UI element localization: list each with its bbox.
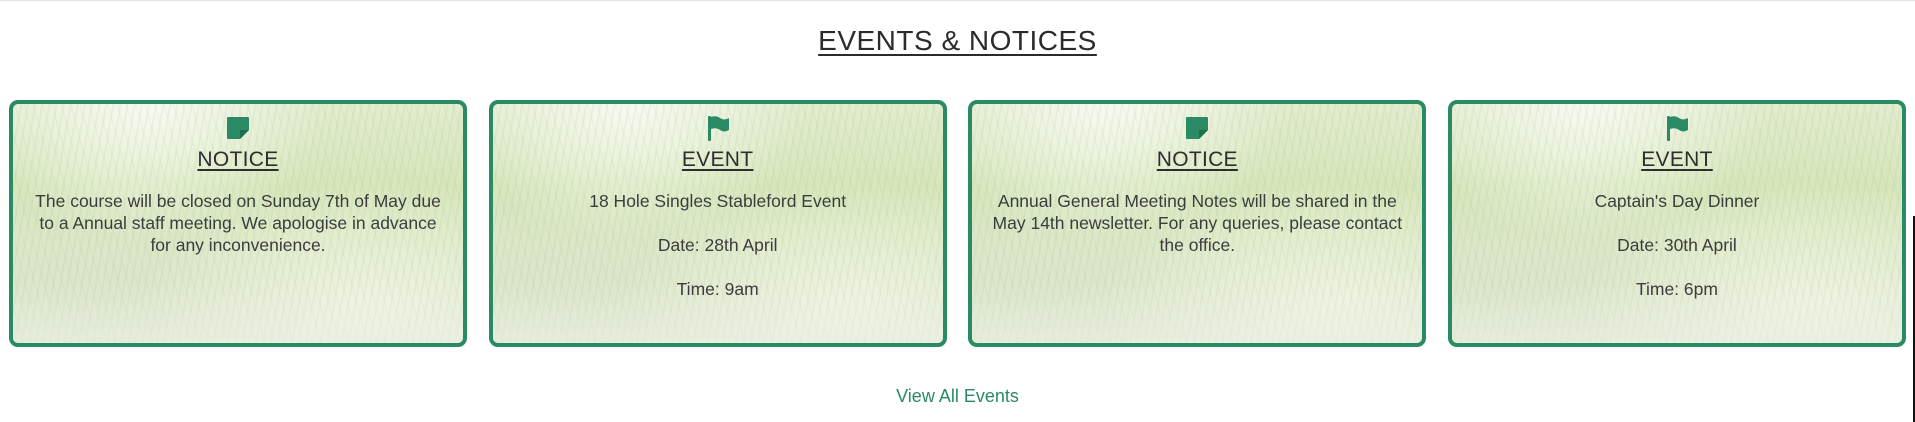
card-content: EVENT Captain's Day Dinner Date: 30th Ap… [1452, 104, 1902, 300]
card-type-label: NOTICE [1156, 148, 1238, 171]
event-date: Date: 28th April [657, 235, 778, 255]
notice-card[interactable]: NOTICE Annual General Meeting Notes will… [968, 100, 1427, 347]
notice-text: Annual General Meeting Notes will be sha… [992, 191, 1403, 255]
notice-text: The course will be closed on Sunday 7th … [35, 191, 441, 255]
sticky-note-icon [1186, 117, 1209, 139]
card-text: 18 Hole Singles Stableford Event Date: 2… [507, 190, 929, 300]
event-time: Time: 6pm [1635, 279, 1718, 299]
event-card[interactable]: EVENT Captain's Day Dinner Date: 30th Ap… [1447, 100, 1906, 347]
card-text: The course will be closed on Sunday 7th … [27, 190, 449, 256]
section-title: EVENTS & NOTICES [818, 25, 1097, 56]
card-type-label: EVENT [1641, 148, 1713, 171]
flag-icon [707, 116, 729, 141]
card-type-label: EVENT [681, 148, 754, 171]
event-card[interactable]: EVENT 18 Hole Singles Stableford Event D… [488, 100, 947, 347]
card-text: Captain's Day Dinner Date: 30th April Ti… [1466, 190, 1888, 300]
card-content: NOTICE The course will be closed on Sund… [13, 104, 463, 256]
event-title: Captain's Day Dinner [1594, 191, 1760, 211]
flag-icon [1666, 116, 1688, 141]
card-content: EVENT 18 Hole Singles Stableford Event D… [493, 104, 943, 300]
card-text: Annual General Meeting Notes will be sha… [986, 190, 1408, 256]
event-title: 18 Hole Singles Stableford Event [589, 191, 847, 211]
notice-card[interactable]: NOTICE The course will be closed on Sund… [9, 100, 467, 347]
event-time: Time: 9am [676, 279, 759, 299]
card-content: NOTICE Annual General Meeting Notes will… [972, 104, 1422, 256]
events-notices-section: EVENTS & NOTICES NOTICE The course will … [0, 0, 1915, 422]
sticky-note-icon [227, 117, 249, 139]
event-date: Date: 30th April [1617, 235, 1737, 255]
card-type-label: NOTICE [197, 148, 279, 171]
cards-row: NOTICE The course will be closed on Sund… [9, 100, 1906, 347]
view-all-events-link[interactable]: View All Events [0, 386, 1915, 407]
